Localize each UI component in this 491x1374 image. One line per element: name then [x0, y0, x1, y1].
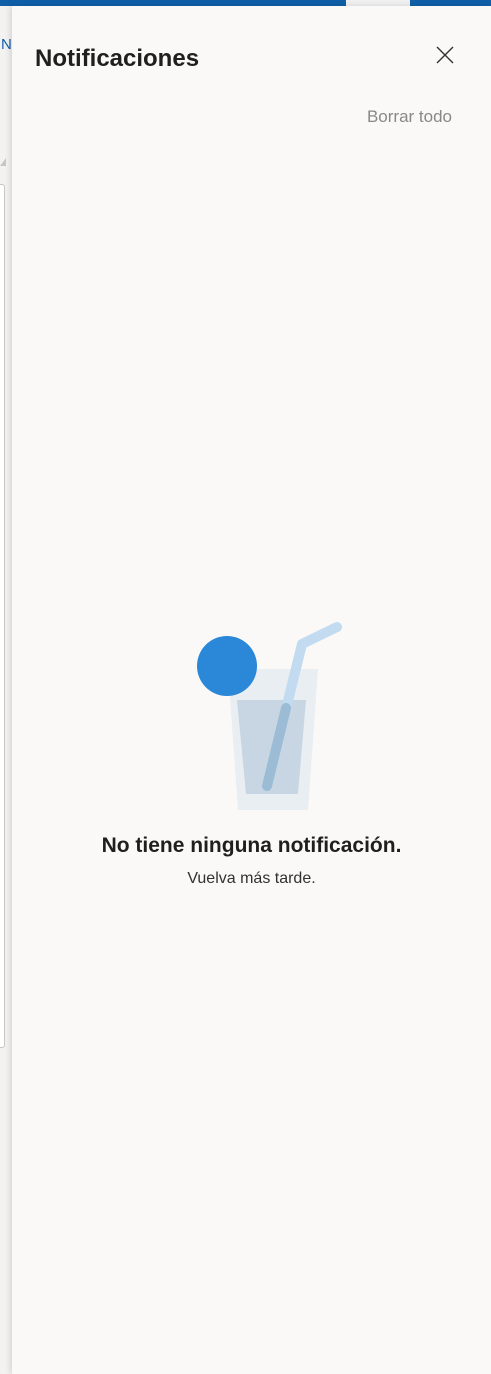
- empty-state-heading: No tiene ninguna notificación.: [101, 834, 402, 857]
- empty-state-subtext: Vuelva más tarde.: [187, 870, 316, 887]
- close-icon: [436, 46, 454, 64]
- underlying-app-label[interactable]: N: [1, 36, 12, 54]
- notifications-pane: Notificaciones Borrar todo No tiene ning…: [12, 6, 491, 1374]
- close-button[interactable]: [430, 40, 460, 70]
- clear-all-button[interactable]: Borrar todo: [367, 106, 452, 128]
- pane-title: Notificaciones: [35, 45, 200, 72]
- drink-glass-illustration: [197, 622, 342, 810]
- underlying-panel-edge: [0, 184, 5, 1048]
- underlying-caret-icon: [0, 158, 6, 166]
